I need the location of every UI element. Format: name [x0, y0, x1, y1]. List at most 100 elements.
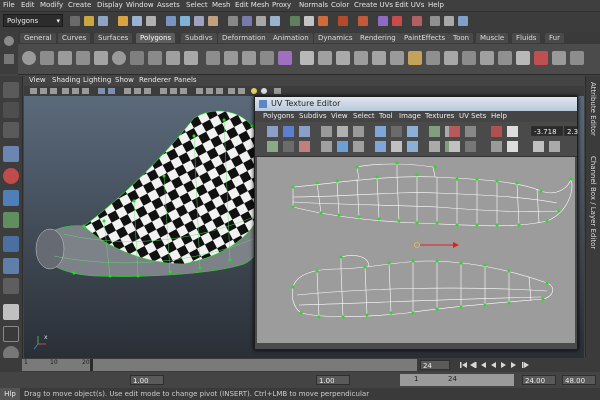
select-object-icon[interactable]	[132, 16, 142, 26]
move-tool-icon[interactable]	[3, 146, 19, 162]
playback-end-field[interactable]: 24.00	[522, 375, 556, 385]
tab-deformation[interactable]: Deformation	[218, 33, 270, 43]
end-time-field[interactable]: 48.00	[562, 375, 596, 385]
append-icon[interactable]	[336, 51, 350, 65]
menu-modify[interactable]: Modify	[40, 1, 63, 9]
layout-persp-graph-icon[interactable]	[3, 326, 19, 342]
edge-mask-icon[interactable]	[180, 16, 190, 26]
manipulator-tool-icon[interactable]	[3, 212, 19, 228]
poly-cone-icon[interactable]	[76, 51, 90, 65]
tab-general[interactable]: General	[20, 33, 56, 43]
combine-icon[interactable]	[206, 51, 220, 65]
magnet-icon[interactable]	[412, 16, 422, 26]
current-time-marker[interactable]	[90, 359, 93, 371]
poke-icon[interactable]	[426, 51, 440, 65]
poly-sphere-icon[interactable]	[22, 51, 36, 65]
select-component-icon[interactable]	[146, 16, 156, 26]
menu-normals[interactable]: Normals	[299, 1, 328, 9]
menu-select[interactable]: Select	[186, 1, 208, 9]
scale-tool-icon[interactable]	[3, 190, 19, 206]
vertex-mask-icon[interactable]	[166, 16, 176, 26]
menu-window[interactable]: Window	[126, 1, 154, 9]
uv-coordinate-u-field[interactable]: -3.718	[531, 126, 563, 136]
range-slider[interactable]: 1 24	[400, 374, 514, 386]
tab-dynamics[interactable]: Dynamics	[314, 33, 357, 43]
save-scene-icon[interactable]	[98, 16, 108, 26]
menu-color[interactable]: Color	[331, 1, 349, 9]
tab-fluids[interactable]: Fluids	[512, 33, 541, 43]
menu-set-selector[interactable]: Polygons ▾	[3, 14, 63, 27]
uv-menu-view[interactable]: View	[331, 112, 348, 120]
poly-pipe-icon[interactable]	[166, 51, 180, 65]
poly-helix-icon[interactable]	[184, 51, 198, 65]
open-scene-icon[interactable]	[84, 16, 94, 26]
rotate-tool-icon[interactable]	[3, 168, 19, 184]
tab-painteffects[interactable]: PaintEffects	[400, 33, 450, 43]
time-slider[interactable]: 1 10 20	[22, 359, 417, 371]
uv-menu-textures[interactable]: Textures	[425, 112, 454, 120]
collapse-icon[interactable]	[480, 51, 494, 65]
poly-plane-icon[interactable]	[94, 51, 108, 65]
menu-help[interactable]: Help	[428, 1, 444, 9]
viewport-menu-shading[interactable]: Shading	[52, 76, 80, 84]
paint-select-tool-icon[interactable]	[3, 122, 19, 138]
channel-box-tab[interactable]: Channel Box / Layer Editor	[589, 156, 597, 249]
uv-menu-subdivs[interactable]: Subdivs	[299, 112, 327, 120]
bevel-icon[interactable]	[408, 51, 422, 65]
tool-settings-toggle-icon[interactable]	[444, 16, 454, 26]
shelf-options[interactable]	[0, 32, 18, 74]
uv-toolbar-icons[interactable]	[255, 122, 577, 156]
tab-subdivs[interactable]: Subdivs	[181, 33, 217, 43]
gear-icon[interactable]	[4, 36, 14, 46]
tab-curves[interactable]: Curves	[58, 33, 91, 43]
viewport-menu-panels[interactable]: Panels	[174, 76, 197, 84]
insert-loop-icon[interactable]	[372, 51, 386, 65]
lasso-tool-icon[interactable]	[3, 102, 19, 118]
ipr-render-icon[interactable]	[318, 16, 328, 26]
extrude-icon[interactable]	[300, 51, 314, 65]
menu-create-uvs[interactable]: Create UVs	[354, 1, 393, 9]
cylindrical-map-icon[interactable]	[516, 51, 530, 65]
menu-edit-uvs[interactable]: Edit UVs	[395, 1, 424, 9]
uv-menu-select[interactable]: Select	[353, 112, 375, 120]
uv-menu-image[interactable]: Image	[399, 112, 421, 120]
viewport-menu-lighting[interactable]: Lighting	[83, 76, 111, 84]
snap-point-icon[interactable]	[256, 16, 266, 26]
tab-surfaces[interactable]: Surfaces	[94, 33, 133, 43]
poly-pyramid-icon[interactable]	[148, 51, 162, 65]
playback-icons[interactable]	[456, 359, 596, 371]
uv-coordinate-v-field[interactable]: 2.3	[564, 126, 578, 136]
last-tool-icon[interactable]	[3, 236, 19, 252]
start-time-field[interactable]: 1.00	[130, 375, 164, 385]
render-settings-icon[interactable]	[338, 16, 348, 26]
uv-editor-toggle-icon[interactable]	[392, 16, 402, 26]
uv-menu-help[interactable]: Help	[491, 112, 507, 120]
help-line-label[interactable]: Hlp	[0, 388, 20, 400]
menu-edit[interactable]: Edit	[21, 1, 35, 9]
playback-start-field[interactable]: 1.00	[316, 375, 350, 385]
uv-menu-tool[interactable]: Tool	[379, 112, 393, 120]
offset-loop-icon[interactable]	[390, 51, 404, 65]
attribute-editor-tab[interactable]: Attribute Editor	[589, 82, 597, 136]
attribute-editor-toggle-icon[interactable]	[430, 16, 440, 26]
menu-edit-mesh[interactable]: Edit Mesh	[235, 1, 269, 9]
layout-persp-outliner-icon[interactable]	[3, 304, 19, 320]
menu-file[interactable]: File	[3, 1, 15, 9]
viewport-menu-show[interactable]: Show	[115, 76, 134, 84]
tab-muscle[interactable]: Muscle	[476, 33, 509, 43]
viewport-menu-view[interactable]: View	[29, 76, 46, 84]
uv-shell-icon[interactable]	[278, 51, 292, 65]
new-scene-icon[interactable]	[70, 16, 80, 26]
poly-cube-icon[interactable]	[40, 51, 54, 65]
viewport-menu-renderer[interactable]: Renderer	[139, 76, 171, 84]
tab-fur[interactable]: Fur	[545, 33, 564, 43]
shelf-menu-icon[interactable]	[4, 54, 14, 64]
mirror-icon[interactable]	[260, 51, 274, 65]
separate-icon[interactable]	[224, 51, 238, 65]
tab-polygons[interactable]: Polygons	[136, 33, 176, 43]
tab-animation[interactable]: Animation	[269, 33, 313, 43]
menu-mesh[interactable]: Mesh	[212, 1, 230, 9]
poly-torus-icon[interactable]	[112, 51, 126, 65]
menu-proxy[interactable]: Proxy	[272, 1, 291, 9]
uv-menu-polygons[interactable]: Polygons	[263, 112, 294, 120]
